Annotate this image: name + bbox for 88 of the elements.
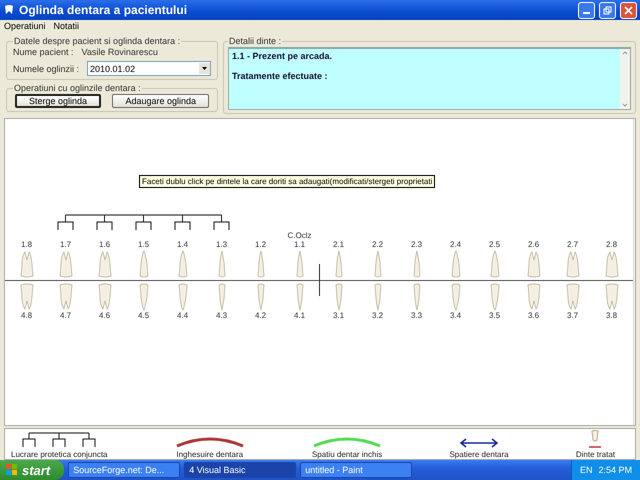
scroll-up-icon[interactable] bbox=[621, 49, 629, 57]
group-title: Datele despre pacient si oglinda dentara : bbox=[13, 36, 182, 46]
tooth-number: 4.6 bbox=[98, 311, 110, 321]
tooth-icon[interactable] bbox=[526, 283, 542, 311]
bridge-bracket-icon bbox=[163, 213, 202, 231]
tooth-number: 1.4 bbox=[176, 240, 188, 250]
tooth-number: 2.4 bbox=[450, 240, 462, 250]
tooth-number: 2.6 bbox=[528, 240, 540, 250]
menu-item[interactable]: Notatii bbox=[54, 21, 80, 33]
legend-label: Dinte tratat bbox=[576, 450, 615, 459]
tooth-icon[interactable] bbox=[604, 250, 620, 278]
tooth-number: 1.5 bbox=[138, 240, 150, 250]
tooth-icon[interactable] bbox=[18, 283, 34, 311]
tooth-icon[interactable] bbox=[526, 250, 542, 278]
tooth-number: 4.1 bbox=[294, 311, 306, 321]
tooth-number: 4.4 bbox=[176, 311, 188, 321]
legend-label: Spatiu dentar inchis bbox=[312, 450, 382, 459]
taskbar-task[interactable]: untitled - Paint bbox=[300, 462, 412, 478]
tooth-icon[interactable] bbox=[604, 283, 620, 311]
windows-logo-icon bbox=[6, 464, 18, 476]
scrollbar[interactable] bbox=[620, 49, 630, 109]
legend-label: Inghesuire dentara bbox=[176, 450, 244, 459]
tooth-number: 3.5 bbox=[488, 311, 500, 321]
tooth-icon[interactable] bbox=[18, 250, 34, 278]
close-button[interactable] bbox=[620, 2, 637, 18]
restore-button[interactable] bbox=[599, 2, 616, 18]
group-title: Detalii dinte : bbox=[228, 36, 282, 46]
scroll-down-icon[interactable] bbox=[621, 101, 629, 109]
action-button[interactable]: Adaugare oglinda bbox=[112, 94, 209, 108]
scrollbar[interactable] bbox=[633, 119, 635, 425]
tooth-number: 2.7 bbox=[566, 240, 578, 250]
tooth-number: 4.7 bbox=[60, 311, 72, 321]
tooth-number: 1.7 bbox=[60, 240, 72, 250]
restore-icon bbox=[603, 6, 612, 14]
tooth-number: 1.1 bbox=[294, 240, 306, 250]
bridge-bracket-icon bbox=[85, 213, 124, 231]
legend-label: Spatiere dentara bbox=[449, 450, 509, 459]
tooth-number: 1.6 bbox=[98, 240, 110, 250]
tooth-number: 3.8 bbox=[606, 311, 618, 321]
tooth-number: 4.8 bbox=[20, 311, 32, 321]
details-line: Tratamente efectuate : bbox=[232, 71, 329, 81]
tooth-number: 4.3 bbox=[216, 311, 228, 321]
tooth-number: 2.3 bbox=[410, 240, 422, 250]
tooth-number: 3.3 bbox=[410, 311, 422, 321]
tooth-icon[interactable] bbox=[564, 250, 580, 278]
bridge-bracket-icon bbox=[124, 213, 163, 231]
minimize-button[interactable] bbox=[578, 2, 595, 18]
tooth-number: 1.2 bbox=[254, 240, 266, 250]
tooth-icon[interactable] bbox=[58, 250, 74, 278]
tooth-number: 3.1 bbox=[332, 311, 344, 321]
tooth-number: 3.7 bbox=[566, 311, 578, 321]
details-text-area[interactable]: 1.1 - Prezent pe arcada. Tratamente efectuate : bbox=[228, 47, 631, 110]
action-button[interactable]: Sterge oglinda bbox=[15, 94, 102, 108]
tooth-icon[interactable] bbox=[96, 250, 112, 278]
tooth-number: 2.5 bbox=[488, 240, 500, 250]
clock: 2:54 PM bbox=[598, 465, 632, 475]
tooth-number: 2.1 bbox=[332, 240, 344, 250]
legend-label: Lucrare protetica conjuncta bbox=[11, 450, 108, 459]
tooth-number: 4.2 bbox=[254, 311, 266, 321]
hint-tooltip: Faceti dublu click pe dintele la care doriti sa adaugati(modificati/stergeti proprietati bbox=[139, 175, 436, 188]
close-icon bbox=[624, 6, 633, 14]
tooth-number: 3.2 bbox=[372, 311, 384, 321]
field-label: Numele oglinzii : bbox=[13, 64, 80, 74]
double-arrow-icon bbox=[459, 438, 500, 448]
tooth-number: 1.3 bbox=[216, 240, 228, 250]
start-button[interactable]: start bbox=[0, 460, 64, 480]
tooth-icon[interactable] bbox=[564, 283, 580, 311]
tooth-number: 2.2 bbox=[372, 240, 384, 250]
tooth-number: 1.8 bbox=[20, 240, 32, 250]
tooth-number: 2.8 bbox=[606, 240, 618, 250]
field-label: Nume pacient : bbox=[13, 47, 74, 57]
tooth-number: 3.4 bbox=[450, 311, 462, 321]
group-title: Operatiuni cu oglinzile dentara : bbox=[13, 83, 142, 93]
window-title: Oglinda dentara a pacientului bbox=[19, 3, 188, 17]
mirror-dropdown[interactable]: 2010.01.02 bbox=[87, 61, 211, 76]
patient-name: Vasile Rovinarescu bbox=[82, 47, 158, 57]
taskbar-task[interactable]: SourceForge.net: De... bbox=[68, 462, 180, 478]
menu-item[interactable]: Operatiuni bbox=[4, 21, 46, 33]
tooth-number: 4.5 bbox=[138, 311, 150, 321]
taskbar-task[interactable]: 4 Visual Basic bbox=[184, 462, 296, 478]
tooth-icon[interactable] bbox=[96, 283, 112, 311]
minimize-icon bbox=[583, 12, 590, 14]
treated-tooth-icon bbox=[588, 430, 602, 448]
details-line: 1.1 - Prezent pe arcada. bbox=[232, 51, 334, 61]
tooth-number: 3.6 bbox=[528, 311, 540, 321]
tooth-note: C.Oclz bbox=[288, 231, 312, 240]
tooth-icon[interactable] bbox=[58, 283, 74, 311]
tooth-app-icon bbox=[3, 4, 15, 16]
